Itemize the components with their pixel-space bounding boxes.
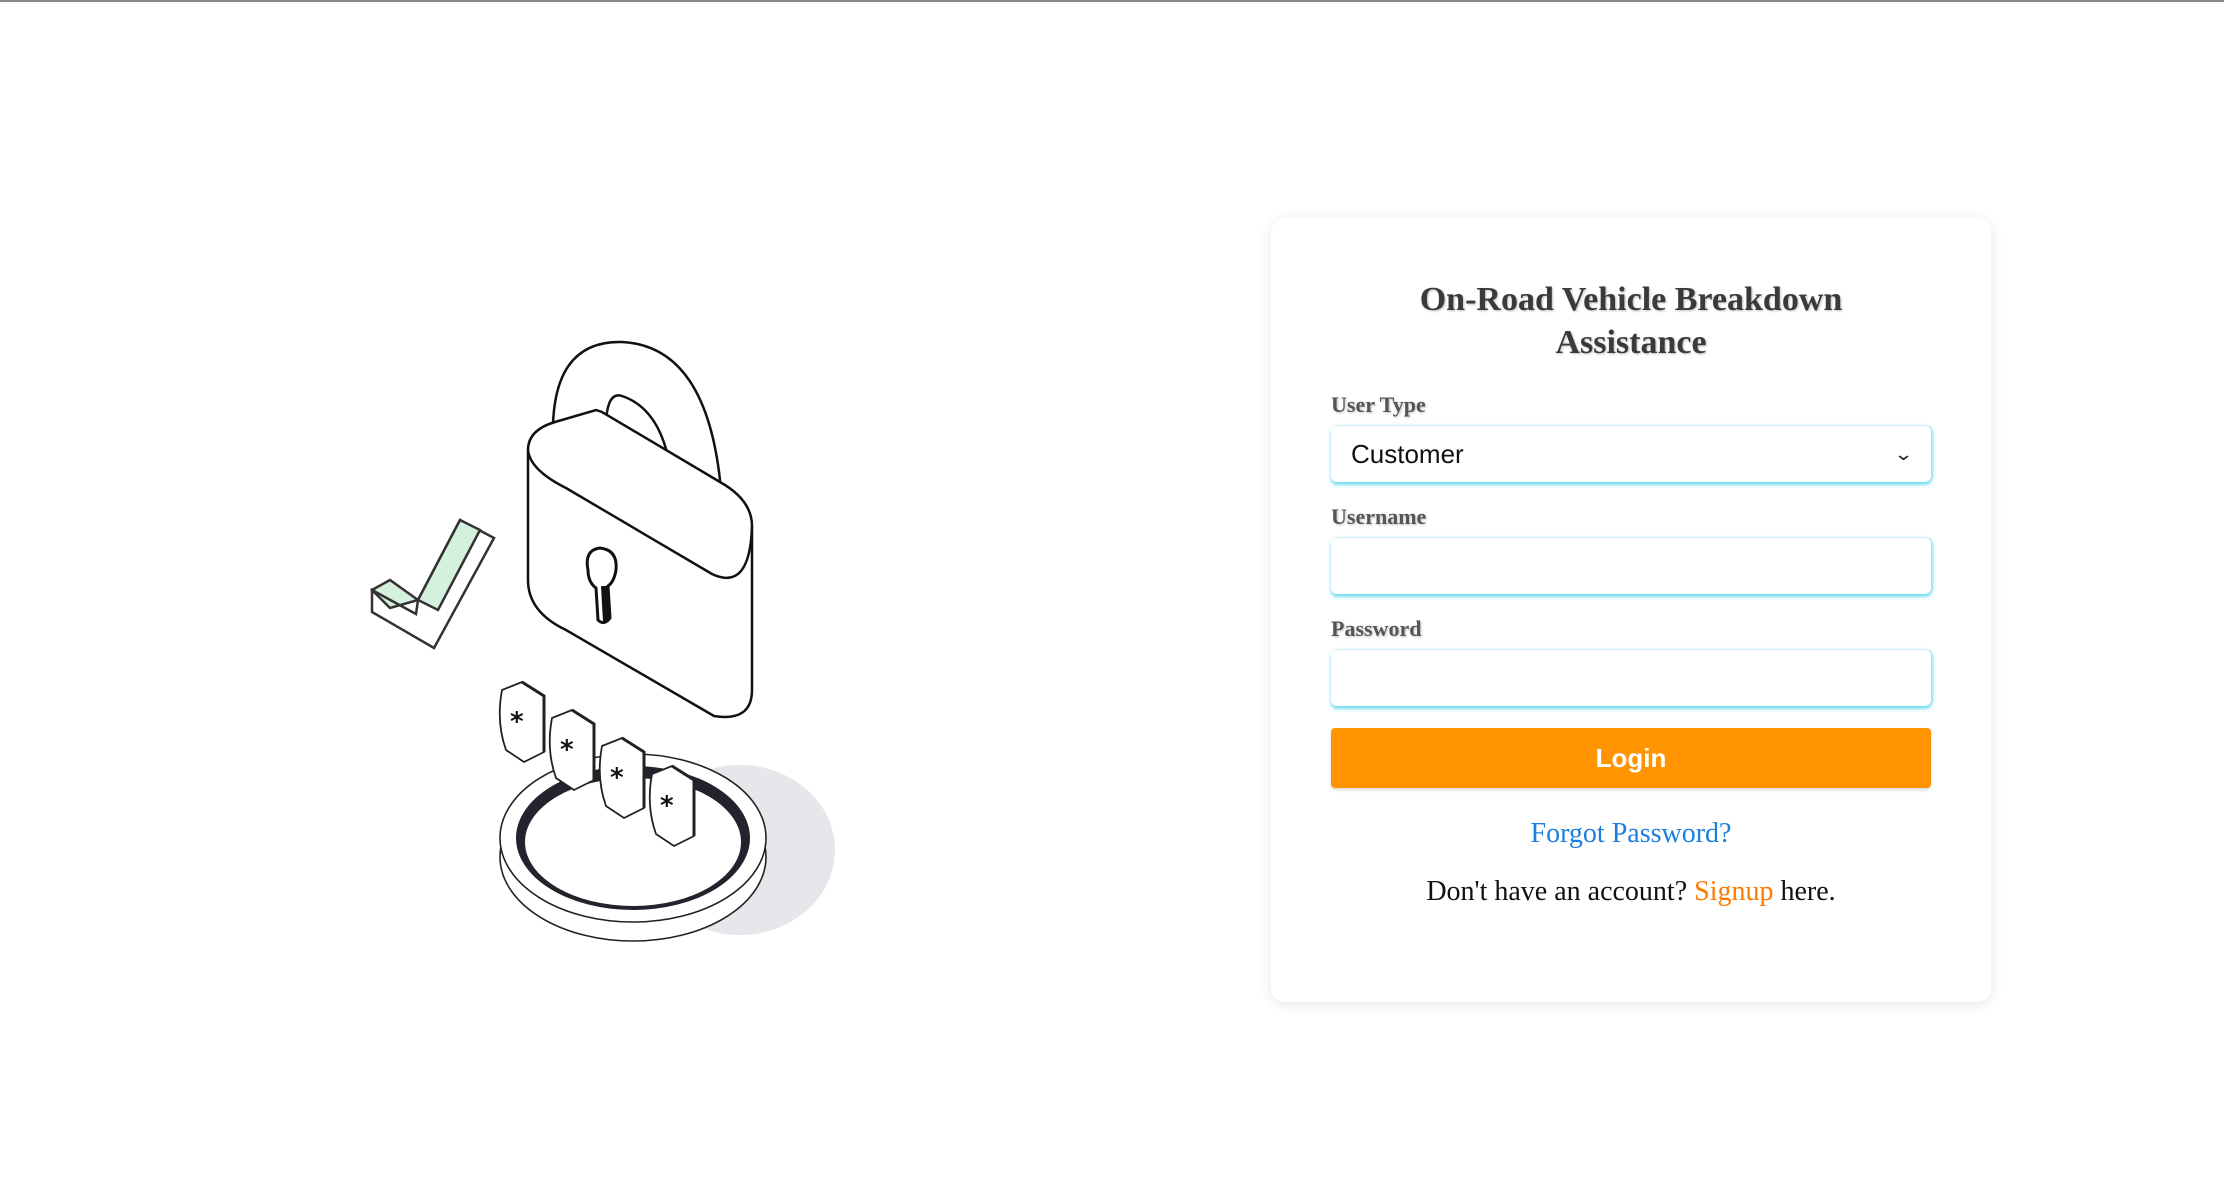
login-illustration: * * * * [360, 330, 860, 970]
chevron-down-icon: ⌄ [1893, 443, 1914, 465]
forgot-password-link[interactable]: Forgot Password? [1331, 818, 1931, 850]
username-field: Username [1331, 504, 1931, 594]
padlock-icon [526, 340, 754, 719]
user-type-label: User Type [1331, 392, 1426, 417]
username-input[interactable] [1331, 538, 1931, 594]
password-field: Password [1331, 616, 1931, 706]
top-border [0, 0, 2224, 2]
user-type-select[interactable]: Customer ⌄ [1331, 426, 1931, 482]
page-title: On-Road Vehicle Breakdown Assistance [1419, 281, 1843, 361]
password-char: * [510, 707, 524, 737]
login-button[interactable]: Login [1331, 728, 1931, 788]
signup-suffix-text: here. [1773, 876, 1836, 907]
password-char: * [660, 791, 674, 821]
password-char: * [610, 763, 624, 793]
user-type-selected-value: Customer [1351, 438, 1464, 469]
signup-prefix-text: Don't have an account? [1426, 876, 1695, 907]
password-label: Password [1331, 616, 1422, 641]
password-input[interactable] [1331, 650, 1931, 706]
username-label: Username [1331, 504, 1427, 529]
signup-link[interactable]: Signup [1694, 876, 1773, 907]
password-char: * [560, 735, 574, 765]
padlock-illustration: * * * * [369, 340, 835, 942]
checkmark-icon [369, 518, 496, 650]
login-card: On-Road Vehicle Breakdown Assistance Use… [1271, 218, 1991, 1002]
user-type-field: User Type Customer ⌄ [1331, 392, 1931, 482]
signup-prompt: Don't have an account? Signup here. [1331, 876, 1931, 908]
